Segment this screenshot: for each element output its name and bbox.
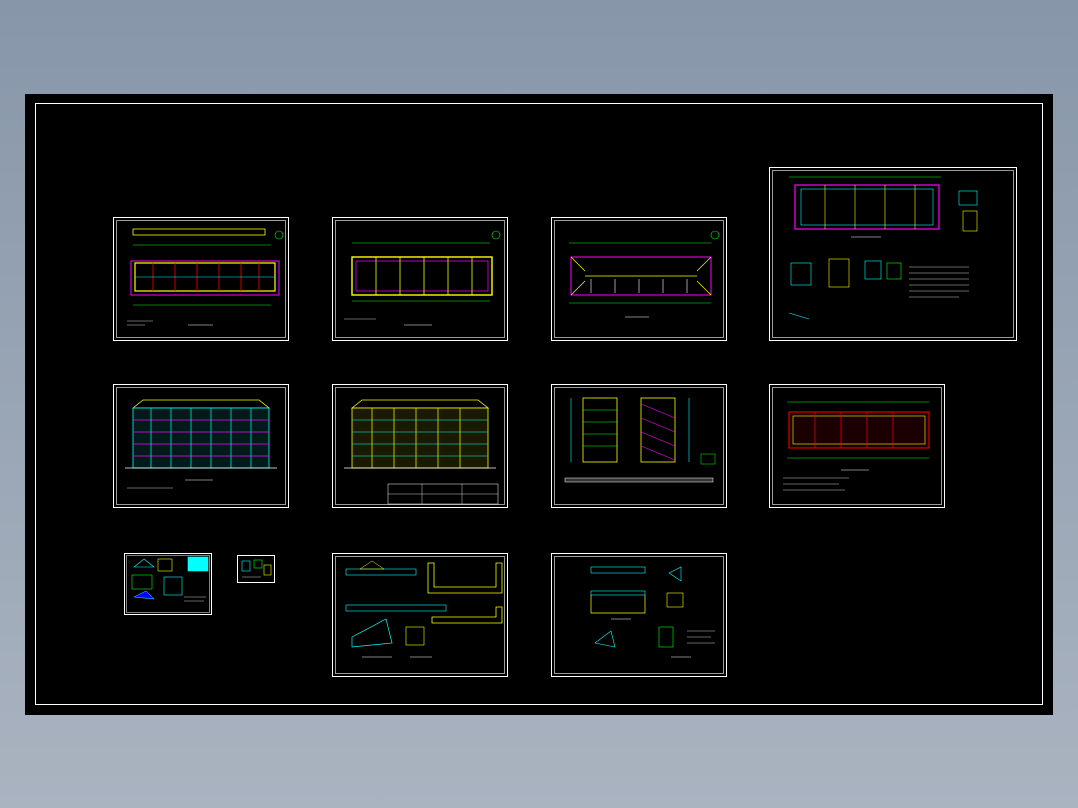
sheet-floor-plan-1[interactable]	[113, 217, 289, 341]
sheet-front-elevation[interactable]	[113, 384, 289, 508]
foundation-details-drawing	[769, 167, 1017, 341]
small-details-a-drawing	[124, 553, 212, 615]
sheet-rear-elevation[interactable]	[332, 384, 508, 508]
roof-plan-drawing	[551, 217, 727, 341]
sheet-small-details-a[interactable]	[124, 553, 212, 615]
small-details-b-drawing	[237, 555, 275, 583]
rear-elevation-drawing	[332, 384, 508, 508]
sheet-stair-details[interactable]	[332, 553, 508, 677]
sheet-floor-plan-2[interactable]	[332, 217, 508, 341]
floor-plan-1-drawing	[113, 217, 289, 341]
stair-details-drawing	[332, 553, 508, 677]
sheet-section[interactable]	[551, 384, 727, 508]
front-elevation-drawing	[113, 384, 289, 508]
drawing-canvas[interactable]	[25, 94, 1053, 715]
sheet-node-details[interactable]	[551, 553, 727, 677]
sheet-small-details-b[interactable]	[237, 555, 275, 583]
floor-plan-3-drawing	[769, 384, 945, 508]
sheet-foundation-details[interactable]	[769, 167, 1017, 341]
section-drawing	[551, 384, 727, 508]
sheet-roof-plan[interactable]	[551, 217, 727, 341]
floor-plan-2-drawing	[332, 217, 508, 341]
node-details-drawing	[551, 553, 727, 677]
sheet-floor-plan-3[interactable]	[769, 384, 945, 508]
